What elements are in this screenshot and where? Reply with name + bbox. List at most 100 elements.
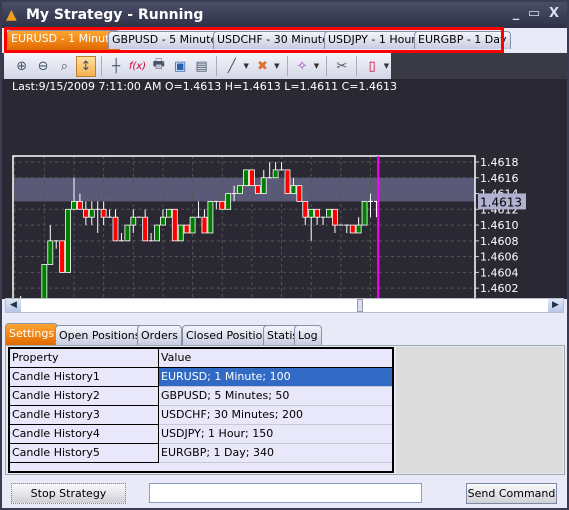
y-tick-label: 1.4618 [480,156,519,169]
objects-icon[interactable]: ✧ [292,56,311,77]
y-tick-label: 1.4610 [480,219,519,232]
print-icon[interactable]: 🖶 [149,56,168,77]
candle-body [183,224,190,234]
zoom-in-icon[interactable]: ⊕ [12,56,31,77]
stop-strategy-button[interactable]: Stop Strategy [11,483,126,504]
settings-row[interactable]: Candle History4 USDJPY; 1 Hour; 150 [10,425,392,444]
indicators-icon[interactable]: f(x) [128,56,147,77]
candle-body [207,201,214,234]
candle-body [260,177,267,194]
maximize-button[interactable]: ▭ [526,6,542,21]
minimize-button[interactable]: _ [508,6,524,21]
tabs-highlight-box [4,27,504,53]
settings-row[interactable]: Candle History2 GBPUSD; 5 Minutes; 50 [10,387,392,406]
candle-body [77,201,83,210]
y-tick-label: 1.4602 [480,282,519,295]
candle-body [308,208,315,218]
candle-body [100,208,107,218]
candle-body [248,169,255,187]
save-icon[interactable]: ▣ [170,56,189,77]
candle-body [154,224,160,242]
candle-body [284,169,291,194]
property-cell: Candle History1 [10,368,159,387]
settings-row[interactable]: Candle History1 EURUSD; 1 Minute; 100 [10,368,392,387]
value-cell[interactable]: GBPUSD; 5 Minutes; 50 [159,387,392,406]
candle-body [361,201,368,226]
zoom-out-icon[interactable]: ⊖ [33,56,52,77]
properties-wrench-icon[interactable]: ✂ [332,56,351,77]
candle-body [130,216,137,226]
settings-row[interactable]: Candle History5 EURGBP; 1 Day; 340 [10,444,392,463]
chevron-down-icon[interactable]: ▼ [314,62,321,70]
candle-body [177,224,184,242]
crosshair-icon[interactable]: ┼ [106,56,125,77]
current-price-label: 1.4613 [480,195,522,209]
close-button[interactable]: X [546,6,562,21]
y-tick-label: 1.4606 [480,251,519,264]
zoom-fit-icon[interactable]: ⌕ [55,56,74,77]
chevron-down-icon[interactable]: ▼ [274,62,281,70]
chart-toolbar: ⊕ ⊖ ⌕ ↕ ┼ f(x) 🖶 ▣ ▤ ╱ ▼ ✖ ▼ ✧ ▼ ✂ ▯ ▼ [2,53,567,79]
property-cell: Candle History5 [10,444,159,463]
scroll-thumb[interactable] [357,299,363,312]
draw-line-icon[interactable]: ╱ [222,56,241,77]
candle-body [189,216,196,234]
property-cell: Candle History2 [10,387,159,406]
value-cell[interactable]: EURGBP; 1 Day; 340 [159,444,392,463]
chart-type-candle-icon[interactable]: ▯ [362,56,381,77]
app-logo-icon: ▲ [6,7,17,23]
settings-row[interactable]: Candle History3 USDCHF; 30 Minutes; 200 [10,406,392,425]
title-bar: ▲ My Strategy - Running _ ▭ X [2,2,567,28]
candle-body [355,224,362,234]
candle-body [201,216,208,234]
candlestick-chart[interactable]: 1.45981.46001.46021.46041.46061.46081.46… [2,79,567,299]
tab-settings[interactable]: Settings [5,323,59,345]
value-cell[interactable]: USDJPY; 1 Hour; 150 [159,425,392,444]
send-command-button[interactable]: Send Command [466,483,557,504]
scroll-left-icon[interactable]: ◀ [6,299,21,312]
chart-tabs: EURUSD - 1 Minute GBPUSD - 5 Minutes USD… [2,26,567,53]
chart-area[interactable]: Last:9/15/2009 7:11:00 AM O=1.4613 H=1.4… [2,79,567,299]
candle-body [290,185,297,194]
tab-open-positions[interactable]: Open Positions [55,325,145,345]
candle-body [160,216,166,226]
scroll-right-icon[interactable]: ▶ [548,299,563,312]
candle-body [225,193,232,210]
property-cell: Candle History4 [10,425,159,444]
delete-objects-icon[interactable]: ✖ [253,56,272,77]
description-pane [396,347,563,473]
strategy-window: ▲ My Strategy - Running _ ▭ X EURUSD - 1… [0,0,569,510]
candle-body [302,201,309,218]
candle-body [314,208,321,218]
property-cell: Candle History3 [10,406,159,425]
settings-panel: Property Value Candle History1 EURUSD; 1 … [5,345,565,475]
candle-body [71,201,77,210]
tab-log[interactable]: Log [294,325,322,345]
y-tick-label: 1.4604 [480,266,519,279]
auto-scroll-icon[interactable]: ↕ [76,55,96,77]
candle-body [296,185,303,202]
candle-body [254,185,261,194]
value-cell[interactable]: USDCHF; 30 Minutes; 200 [159,406,392,425]
chevron-down-icon[interactable]: ▼ [384,62,391,70]
value-cell[interactable]: EURUSD; 1 Minute; 100 [159,368,392,387]
chevron-down-icon[interactable]: ▼ [243,62,250,70]
candle-body [349,224,356,234]
candle-body [112,216,119,242]
y-tick-label: 1.4608 [480,235,519,248]
window-title: My Strategy - Running [26,7,204,23]
candle-body [88,208,95,218]
candle-body [165,208,172,218]
tab-orders[interactable]: Orders [137,325,182,345]
grid-header: Property Value [10,349,392,368]
candle-body [59,240,66,273]
export-icon[interactable]: ▤ [192,56,211,77]
chart-scrollbar[interactable]: ◀ ▶ [5,298,564,313]
candle-body [82,208,89,218]
candle-body [41,264,48,299]
candle-body [65,208,71,273]
candle-body [219,201,226,210]
candle-body [272,169,279,179]
command-input[interactable] [149,483,422,503]
candle-body [142,216,149,242]
